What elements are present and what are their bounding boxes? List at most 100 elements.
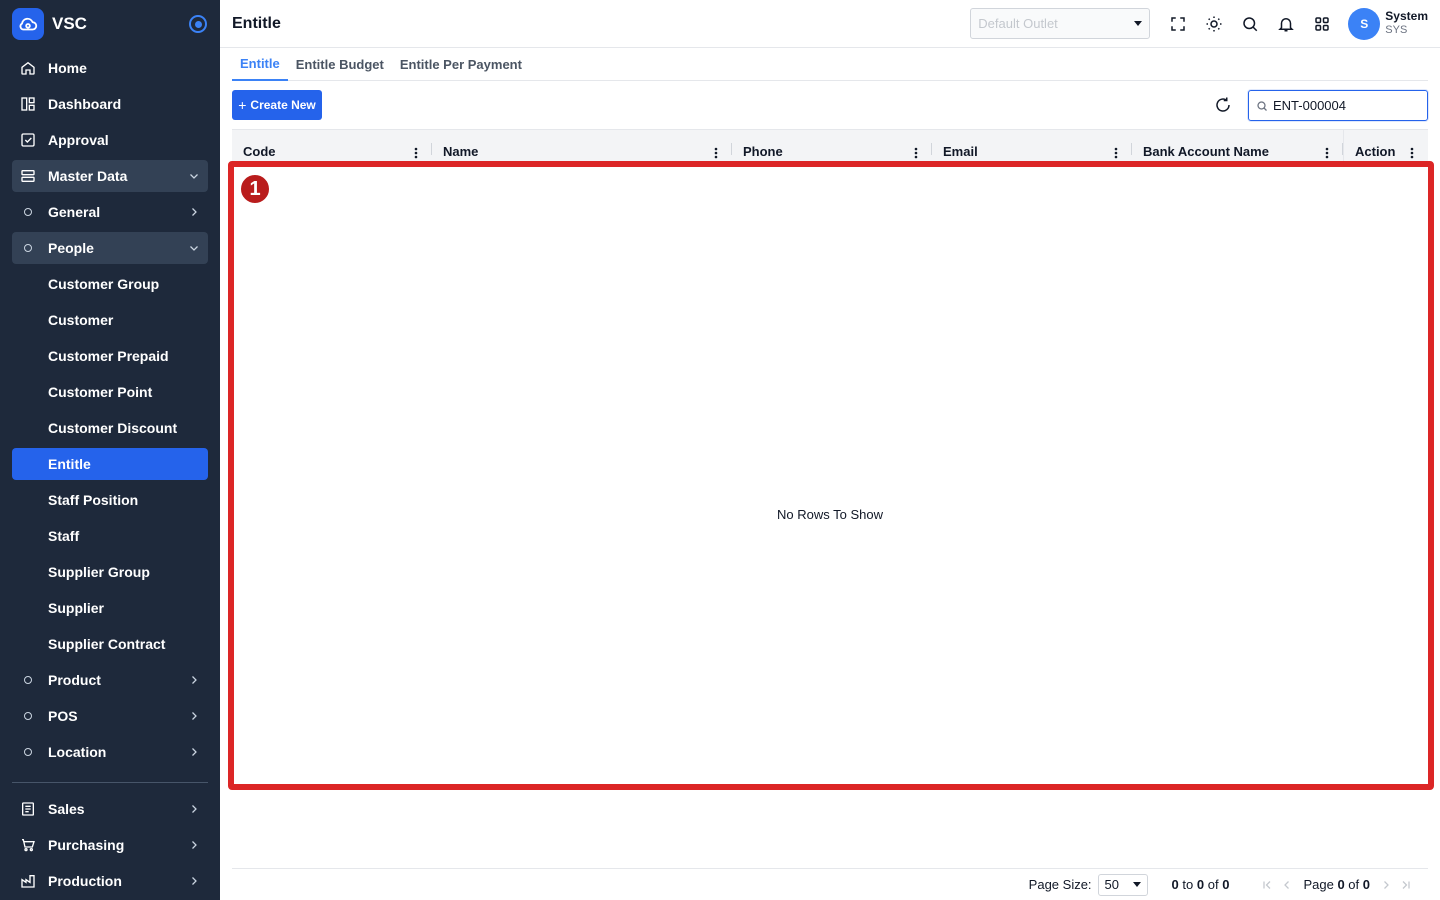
- sidebar-item-customer-discount[interactable]: Customer Discount: [12, 412, 208, 444]
- sidebar-item-sales[interactable]: Sales: [12, 793, 208, 825]
- sidebar-item-customer-prepaid[interactable]: Customer Prepaid: [12, 340, 208, 372]
- tab-entitle-per-payment[interactable]: Entitle Per Payment: [392, 48, 530, 81]
- page-size-label: Page Size:: [1028, 877, 1092, 892]
- page-size-select[interactable]: 50: [1097, 873, 1148, 896]
- create-new-button[interactable]: + Create New: [232, 90, 322, 120]
- empty-state-text: No Rows To Show: [777, 506, 883, 522]
- production-icon: [20, 873, 36, 889]
- column-menu-icon[interactable]: [911, 147, 921, 159]
- caret-down-icon: [1134, 21, 1143, 26]
- sidebar-item-customer-group[interactable]: Customer Group: [12, 268, 208, 300]
- user-menu[interactable]: S System SYS: [1348, 7, 1428, 40]
- sidebar-item-staff[interactable]: Staff: [12, 520, 208, 552]
- column-header-phone[interactable]: Phone: [732, 130, 932, 164]
- circle-icon: [20, 672, 36, 688]
- search-icon: [1243, 16, 1258, 31]
- column-label: Phone: [743, 144, 783, 159]
- column-label: Name: [443, 144, 479, 159]
- sidebar-item-approval[interactable]: Approval: [12, 124, 208, 156]
- page-size-value: 50: [1104, 877, 1120, 892]
- create-new-label: Create New: [250, 98, 316, 112]
- refresh-button[interactable]: [1212, 94, 1234, 116]
- column-header-action[interactable]: Action: [1343, 130, 1428, 164]
- sidebar-item-label: Purchasing: [48, 837, 125, 853]
- sidebar-toggle-icon[interactable]: [189, 15, 207, 33]
- apps-button[interactable]: [1304, 6, 1340, 42]
- sun-icon: [1206, 16, 1222, 31]
- sidebar-item-supplier[interactable]: Supplier: [12, 592, 208, 624]
- range-from: 0: [1171, 877, 1179, 892]
- range-to-word: to: [1182, 877, 1194, 892]
- grid-header: Code Name Phone Email Bank Account Name …: [232, 129, 1428, 165]
- sidebar-item-label: Supplier Group: [48, 564, 150, 580]
- tab-entitle-budget[interactable]: Entitle Budget: [288, 48, 392, 81]
- sidebar-item-production[interactable]: Production: [12, 865, 208, 897]
- column-header-bank-account-name[interactable]: Bank Account Name: [1132, 130, 1343, 164]
- circle-icon: [20, 204, 36, 220]
- outlet-select-placeholder: Default Outlet: [978, 16, 1058, 31]
- chevron-right-icon: [188, 875, 200, 887]
- theme-toggle-button[interactable]: [1196, 6, 1232, 42]
- bell-icon: [1278, 17, 1295, 31]
- sidebar-item-customer-point[interactable]: Customer Point: [12, 376, 208, 408]
- chevron-down-icon: [188, 170, 200, 182]
- sidebar-item-pos[interactable]: POS: [12, 700, 208, 732]
- user-code: SYS: [1385, 24, 1408, 37]
- sidebar-item-label: People: [48, 240, 94, 256]
- search-button[interactable]: [1232, 6, 1268, 42]
- column-menu-icon[interactable]: [711, 147, 721, 159]
- search-box[interactable]: [1248, 90, 1428, 121]
- sidebar-item-product[interactable]: Product: [12, 664, 208, 696]
- chevron-right-icon: [188, 206, 200, 218]
- column-header-email[interactable]: Email: [932, 130, 1132, 164]
- cart-icon: [20, 837, 36, 853]
- page-total: 0: [1362, 877, 1370, 892]
- column-menu-icon[interactable]: [1322, 147, 1332, 159]
- first-page-icon: [1263, 880, 1271, 889]
- sidebar-item-label: Sales: [48, 801, 85, 817]
- previous-page-button[interactable]: [1277, 875, 1297, 895]
- plus-icon: +: [238, 97, 247, 113]
- sidebar-item-supplier-contract[interactable]: Supplier Contract: [12, 628, 208, 660]
- sidebar-item-label: Customer: [48, 312, 114, 328]
- range-to: 0: [1196, 877, 1205, 892]
- sidebar-item-purchasing[interactable]: Purchasing: [12, 829, 208, 861]
- column-header-code[interactable]: Code: [232, 130, 432, 164]
- page-info: Page 0 of 0: [1303, 877, 1370, 892]
- outlet-select[interactable]: Default Outlet: [970, 8, 1151, 39]
- sidebar-item-label: Dashboard: [48, 96, 122, 112]
- tab-entitle[interactable]: Entitle: [232, 48, 288, 81]
- sidebar-item-staff-position[interactable]: Staff Position: [12, 484, 208, 516]
- sidebar-item-location[interactable]: Location: [12, 736, 208, 768]
- sidebar-item-customer[interactable]: Customer: [12, 304, 208, 336]
- dashboard-icon: [20, 96, 36, 112]
- sidebar-item-general[interactable]: General: [12, 196, 208, 228]
- home-icon: [20, 60, 36, 76]
- fullscreen-button[interactable]: [1160, 6, 1196, 42]
- row-range: 0 to 0 of 0: [1172, 877, 1230, 892]
- next-page-button[interactable]: [1376, 875, 1396, 895]
- circle-icon: [20, 708, 36, 724]
- sidebar-item-entitle[interactable]: Entitle: [12, 448, 208, 480]
- column-menu-icon[interactable]: [1111, 147, 1121, 159]
- approval-icon: [20, 132, 36, 148]
- chevron-right-icon: [188, 839, 200, 851]
- column-header-name[interactable]: Name: [432, 130, 732, 164]
- last-page-icon: [1402, 880, 1410, 889]
- sidebar-item-people[interactable]: People: [12, 232, 208, 264]
- first-page-button[interactable]: [1257, 875, 1277, 895]
- last-page-button[interactable]: [1396, 875, 1416, 895]
- circle-icon: [20, 240, 36, 256]
- range-of-word: of: [1207, 877, 1219, 892]
- column-label: Email: [943, 144, 978, 159]
- sidebar-item-master-data[interactable]: Master Data: [12, 160, 208, 192]
- notifications-button[interactable]: [1268, 6, 1304, 42]
- sidebar-item-dashboard[interactable]: Dashboard: [12, 88, 208, 120]
- sidebar-nav: Home Dashboard Approval Master Data Gene…: [0, 52, 220, 768]
- column-menu-icon[interactable]: [1407, 147, 1417, 159]
- search-input[interactable]: [1273, 98, 1423, 113]
- sidebar-item-label: Product: [48, 672, 101, 688]
- sidebar-item-home[interactable]: Home: [12, 52, 208, 84]
- sidebar-item-supplier-group[interactable]: Supplier Group: [12, 556, 208, 588]
- column-menu-icon[interactable]: [411, 147, 421, 159]
